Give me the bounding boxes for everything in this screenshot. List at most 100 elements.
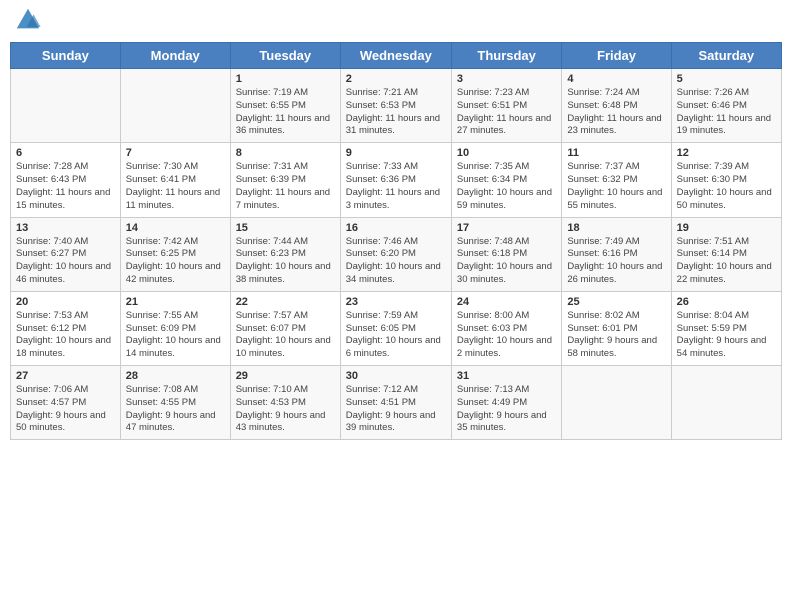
calendar-cell: 30Sunrise: 7:12 AM Sunset: 4:51 PM Dayli… [340, 366, 451, 440]
day-number: 13 [16, 222, 115, 234]
page-header [10, 10, 782, 34]
calendar: SundayMondayTuesdayWednesdayThursdayFrid… [10, 42, 782, 440]
day-info: Sunrise: 7:59 AM Sunset: 6:05 PM Dayligh… [346, 310, 446, 361]
day-info: Sunrise: 7:33 AM Sunset: 6:36 PM Dayligh… [346, 161, 446, 212]
calendar-cell: 26 Sunrise: 8:04 AM Sunset: 5:59 PM Dayli… [671, 291, 781, 365]
logo [14, 10, 44, 34]
day-info: Sunrise: 8:04 AM Sunset: 5:59 PM Dayligh… [677, 310, 776, 361]
calendar-cell: 21 Sunrise: 7:55 AM Sunset: 6:09 PM Dayli… [120, 291, 230, 365]
day-info: Sunrise: 7:57 AM Sunset: 6:07 PM Dayligh… [236, 310, 335, 361]
day-number: 4 [567, 73, 665, 85]
day-info: Sunrise: 7:21 AM Sunset: 6:53 PM Dayligh… [346, 87, 446, 138]
day-number: 11 [567, 147, 665, 159]
day-info: Sunrise: 7:40 AM Sunset: 6:27 PM Dayligh… [16, 236, 115, 287]
day-number: 6 [16, 147, 115, 159]
day-info: Sunrise: 7:49 AM Sunset: 6:16 PM Dayligh… [567, 236, 665, 287]
day-number: 1 [236, 73, 335, 85]
day-info: Sunrise: 7:26 AM Sunset: 6:46 PM Dayligh… [677, 87, 776, 138]
calendar-cell: 25 Sunrise: 8:02 AM Sunset: 6:01 PM Dayli… [562, 291, 671, 365]
day-info: Sunrise: 7:46 AM Sunset: 6:20 PM Dayligh… [346, 236, 446, 287]
calendar-cell: 27 Sunrise: 7:06 AM Sunset: 4:57 PM Dayli… [11, 366, 121, 440]
week-row-5: 27 Sunrise: 7:06 AM Sunset: 4:57 PM Dayli… [11, 366, 782, 440]
calendar-cell: 12 Sunrise: 7:39 AM Sunset: 6:30 PM Dayli… [671, 143, 781, 217]
day-info: Sunrise: 7:55 AM Sunset: 6:09 PM Dayligh… [126, 310, 225, 361]
day-number: 3 [457, 73, 556, 85]
calendar-cell [120, 69, 230, 143]
day-number: 26 [677, 296, 776, 308]
calendar-cell: 7Sunrise: 7:30 AM Sunset: 6:41 PM Daylig… [120, 143, 230, 217]
day-info: Sunrise: 7:28 AM Sunset: 6:43 PM Dayligh… [16, 161, 115, 212]
calendar-cell: 31Sunrise: 7:13 AM Sunset: 4:49 PM Dayli… [451, 366, 561, 440]
day-info: Sunrise: 7:39 AM Sunset: 6:30 PM Dayligh… [677, 161, 776, 212]
day-info: Sunrise: 7:35 AM Sunset: 6:34 PM Dayligh… [457, 161, 556, 212]
day-number: 17 [457, 222, 556, 234]
week-row-1: 1 Sunrise: 7:19 AM Sunset: 6:55 PM Daylig… [11, 69, 782, 143]
calendar-cell: 29 Sunrise: 7:10 AM Sunset: 4:53 PM Dayli… [230, 366, 340, 440]
day-number: 12 [677, 147, 776, 159]
calendar-cell: 20 Sunrise: 7:53 AM Sunset: 6:12 PM Dayli… [11, 291, 121, 365]
day-number: 14 [126, 222, 225, 234]
calendar-cell: 14 Sunrise: 7:42 AM Sunset: 6:25 PM Dayli… [120, 217, 230, 291]
calendar-cell: 11Sunrise: 7:37 AM Sunset: 6:32 PM Dayli… [562, 143, 671, 217]
week-row-2: 6 Sunrise: 7:28 AM Sunset: 6:43 PM Daylig… [11, 143, 782, 217]
calendar-cell [562, 366, 671, 440]
day-info: Sunrise: 7:08 AM Sunset: 4:55 PM Dayligh… [126, 384, 225, 435]
day-info: Sunrise: 7:23 AM Sunset: 6:51 PM Dayligh… [457, 87, 556, 138]
day-info: Sunrise: 7:51 AM Sunset: 6:14 PM Dayligh… [677, 236, 776, 287]
day-info: Sunrise: 7:44 AM Sunset: 6:23 PM Dayligh… [236, 236, 335, 287]
day-header-sunday: Sunday [11, 43, 121, 69]
day-number: 28 [126, 370, 225, 382]
day-number: 21 [126, 296, 225, 308]
day-number: 18 [567, 222, 665, 234]
day-info: Sunrise: 7:48 AM Sunset: 6:18 PM Dayligh… [457, 236, 556, 287]
day-header-saturday: Saturday [671, 43, 781, 69]
day-header-monday: Monday [120, 43, 230, 69]
day-header-wednesday: Wednesday [340, 43, 451, 69]
day-number: 27 [16, 370, 115, 382]
calendar-cell: 4 Sunrise: 7:24 AM Sunset: 6:48 PM Daylig… [562, 69, 671, 143]
calendar-cell: 1 Sunrise: 7:19 AM Sunset: 6:55 PM Daylig… [230, 69, 340, 143]
week-row-4: 20 Sunrise: 7:53 AM Sunset: 6:12 PM Dayli… [11, 291, 782, 365]
day-number: 5 [677, 73, 776, 85]
day-number: 9 [346, 147, 446, 159]
calendar-cell [671, 366, 781, 440]
day-header-friday: Friday [562, 43, 671, 69]
day-info: Sunrise: 7:10 AM Sunset: 4:53 PM Dayligh… [236, 384, 335, 435]
day-info: Sunrise: 7:19 AM Sunset: 6:55 PM Dayligh… [236, 87, 335, 138]
day-number: 25 [567, 296, 665, 308]
day-number: 29 [236, 370, 335, 382]
calendar-cell: 22 Sunrise: 7:57 AM Sunset: 6:07 PM Dayli… [230, 291, 340, 365]
day-info: Sunrise: 7:53 AM Sunset: 6:12 PM Dayligh… [16, 310, 115, 361]
day-number: 7 [126, 147, 225, 159]
calendar-cell: 8 Sunrise: 7:31 AM Sunset: 6:39 PM Daylig… [230, 143, 340, 217]
calendar-cell: 16Sunrise: 7:46 AM Sunset: 6:20 PM Dayli… [340, 217, 451, 291]
calendar-cell: 9 Sunrise: 7:33 AM Sunset: 6:36 PM Daylig… [340, 143, 451, 217]
day-info: Sunrise: 8:00 AM Sunset: 6:03 PM Dayligh… [457, 310, 556, 361]
calendar-cell: 24Sunrise: 8:00 AM Sunset: 6:03 PM Dayli… [451, 291, 561, 365]
day-info: Sunrise: 7:06 AM Sunset: 4:57 PM Dayligh… [16, 384, 115, 435]
day-number: 22 [236, 296, 335, 308]
calendar-cell: 3 Sunrise: 7:23 AM Sunset: 6:51 PM Daylig… [451, 69, 561, 143]
day-number: 30 [346, 370, 446, 382]
day-number: 15 [236, 222, 335, 234]
day-info: Sunrise: 7:24 AM Sunset: 6:48 PM Dayligh… [567, 87, 665, 138]
day-number: 23 [346, 296, 446, 308]
calendar-cell: 17 Sunrise: 7:48 AM Sunset: 6:18 PM Dayli… [451, 217, 561, 291]
calendar-cell: 13 Sunrise: 7:40 AM Sunset: 6:27 PM Dayli… [11, 217, 121, 291]
day-number: 31 [457, 370, 556, 382]
day-info: Sunrise: 7:31 AM Sunset: 6:39 PM Dayligh… [236, 161, 335, 212]
day-number: 8 [236, 147, 335, 159]
day-info: Sunrise: 7:42 AM Sunset: 6:25 PM Dayligh… [126, 236, 225, 287]
logo-icon [14, 6, 42, 34]
day-info: Sunrise: 8:02 AM Sunset: 6:01 PM Dayligh… [567, 310, 665, 361]
day-header-thursday: Thursday [451, 43, 561, 69]
day-number: 19 [677, 222, 776, 234]
day-number: 20 [16, 296, 115, 308]
calendar-cell: 28 Sunrise: 7:08 AM Sunset: 4:55 PM Dayli… [120, 366, 230, 440]
calendar-cell: 23 Sunrise: 7:59 AM Sunset: 6:05 PM Dayli… [340, 291, 451, 365]
day-number: 2 [346, 73, 446, 85]
calendar-cell [11, 69, 121, 143]
calendar-header-row: SundayMondayTuesdayWednesdayThursdayFrid… [11, 43, 782, 69]
week-row-3: 13 Sunrise: 7:40 AM Sunset: 6:27 PM Dayli… [11, 217, 782, 291]
calendar-cell: 2 Sunrise: 7:21 AM Sunset: 6:53 PM Daylig… [340, 69, 451, 143]
